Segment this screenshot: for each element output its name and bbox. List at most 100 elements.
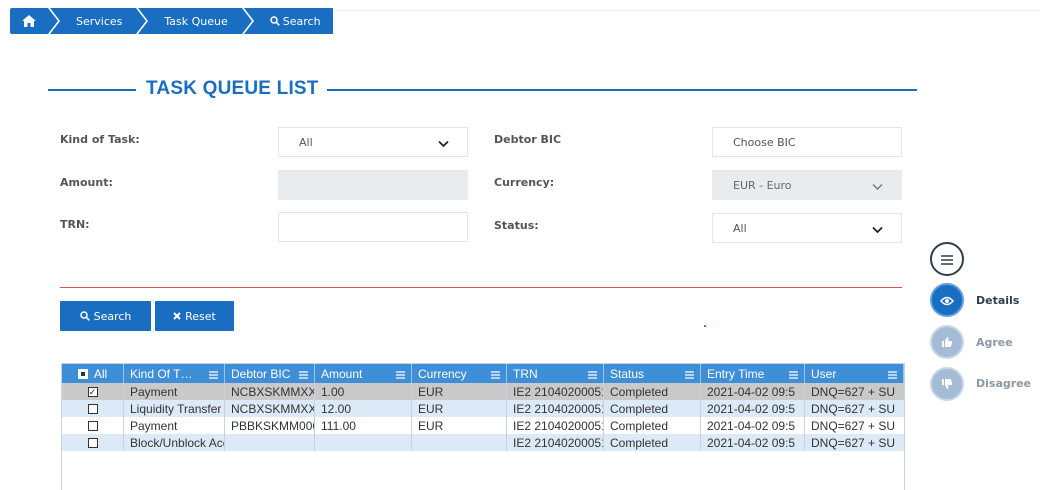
column-header-label: Debtor BIC (231, 366, 291, 381)
breadcrumb-search[interactable]: Search (243, 8, 333, 34)
agree-button[interactable] (930, 325, 964, 359)
column-menu-icon[interactable] (299, 368, 308, 382)
chevron-down-icon (872, 181, 883, 194)
column-header-user[interactable]: User (805, 364, 904, 383)
breadcrumb-services[interactable]: Services (50, 8, 149, 34)
debtor-bic-input[interactable]: Choose BIC (712, 127, 902, 157)
cell-user: DNQ=627 + SU (811, 418, 896, 433)
breadcrumb-label: Search (282, 14, 321, 28)
cell-entry-time: 2021-04-02 09:5 (701, 400, 805, 417)
row-checkbox[interactable] (87, 437, 98, 448)
cell-status: Completed (604, 383, 701, 400)
breadcrumb: Services Task Queue Search (10, 8, 335, 34)
cell-user: DNQ=627 + SU (811, 435, 896, 450)
disagree-label: Disagree (976, 377, 1032, 390)
trn-input[interactable] (278, 212, 468, 242)
column-header-label: Entry Time (707, 366, 765, 381)
column-header-debtor-bic[interactable]: Debtor BIC (225, 364, 315, 383)
row-checkbox[interactable] (87, 420, 98, 431)
column-menu-icon[interactable] (396, 368, 405, 382)
form-divider (60, 287, 902, 288)
column-header-label: Amount (321, 366, 363, 381)
eye-icon (940, 291, 954, 310)
cell-amount (315, 434, 412, 451)
column-header-label: Currency (418, 366, 467, 381)
column-header-label: Kind Of T… (130, 366, 193, 381)
details-button[interactable] (930, 283, 964, 317)
cell-status: Completed (604, 400, 701, 417)
cell-kind: Block/Unblock Account (124, 434, 225, 451)
row-checkbox-cell[interactable] (62, 400, 124, 417)
debtor-bic-placeholder: Choose BIC (733, 135, 796, 149)
cell-user: DNQ=627 + SU (811, 384, 896, 399)
breadcrumb-task-queue[interactable]: Task Queue (138, 8, 255, 34)
select-all-header[interactable]: All (62, 364, 124, 383)
cell-trn: IE2 21040200051 (507, 383, 604, 400)
row-checkbox-cell[interactable]: ✓ (62, 383, 124, 400)
row-checkbox[interactable] (87, 403, 98, 414)
table-row[interactable]: Liquidity Transfer NCBXSKMMXXX 12.00 EUR… (62, 400, 904, 417)
cell-trn: IE2 21040200051 (507, 400, 604, 417)
currency-select: EUR - Euro (712, 170, 902, 200)
cell-currency: EUR (412, 417, 507, 434)
amount-label: Amount: (60, 176, 113, 189)
breadcrumb-label: Task Queue (164, 14, 228, 28)
column-menu-icon[interactable] (491, 368, 500, 382)
marker-dot (704, 325, 706, 327)
column-menu-icon[interactable] (685, 368, 694, 382)
column-header-entry-time[interactable]: Entry Time (701, 364, 805, 383)
list-view-button[interactable] (930, 242, 964, 276)
cell-user: DNQ=627 + SU (811, 401, 896, 416)
reset-button[interactable]: Reset (155, 301, 234, 331)
column-menu-icon[interactable] (888, 368, 897, 382)
cell-debtor-bic: NCBXSKMMXXX (225, 400, 315, 417)
table-row[interactable]: Payment PBBKSKMM006 111.00 EUR IE2 21040… (62, 417, 904, 434)
column-header-trn[interactable]: TRN (507, 364, 604, 383)
cell-amount: 12.00 (315, 400, 412, 417)
chevron-down-icon (438, 138, 449, 151)
agree-label: Agree (976, 336, 1013, 349)
search-button[interactable]: Search (60, 301, 151, 331)
column-menu-icon[interactable] (209, 368, 218, 382)
select-all-label: All (93, 366, 108, 381)
cell-entry-time: 2021-04-02 09:5 (701, 417, 805, 434)
table-row[interactable]: ✓ Payment NCBXSKMMXXX 1.00 EUR IE2 21040… (62, 383, 904, 400)
kind-of-task-value: All (299, 135, 313, 149)
row-checkbox-cell[interactable] (62, 434, 124, 451)
thumbs-down-icon (941, 375, 953, 394)
amount-field (278, 170, 468, 200)
column-header-kind[interactable]: Kind Of T… (124, 364, 225, 383)
column-menu-icon[interactable] (588, 368, 597, 382)
disagree-button[interactable] (930, 367, 964, 401)
column-header-label: TRN (513, 366, 538, 381)
table-row[interactable]: Block/Unblock Account IE2 21040200051 Co… (62, 434, 904, 451)
title-rule-right (327, 89, 917, 91)
close-icon (173, 312, 181, 320)
cell-status: Completed (604, 417, 701, 434)
kind-of-task-select[interactable]: All (278, 127, 468, 157)
cell-amount: 1.00 (315, 383, 412, 400)
top-border (306, 10, 1040, 11)
breadcrumb-home[interactable] (10, 8, 60, 34)
column-menu-icon[interactable] (789, 368, 798, 382)
cell-currency (412, 434, 507, 451)
debtor-bic-label: Debtor BIC (494, 133, 562, 146)
column-header-status[interactable]: Status (604, 364, 701, 383)
search-icon (270, 16, 280, 26)
list-icon (941, 250, 953, 269)
cell-currency: EUR (412, 400, 507, 417)
select-all-checkbox[interactable] (77, 368, 88, 379)
status-label: Status: (494, 219, 539, 232)
cell-currency: EUR (412, 383, 507, 400)
cell-trn: IE2 21040200051 (507, 417, 604, 434)
cell-debtor-bic (225, 434, 315, 451)
cell-amount: 111.00 (315, 417, 412, 434)
row-checkbox-cell[interactable] (62, 417, 124, 434)
cell-status: Completed (604, 434, 701, 451)
status-select[interactable]: All (712, 213, 902, 243)
column-header-amount[interactable]: Amount (315, 364, 412, 383)
task-queue-grid: All Kind Of T… Debtor BIC Amount Currenc… (61, 363, 905, 490)
column-header-label: User (811, 366, 837, 381)
column-header-currency[interactable]: Currency (412, 364, 507, 383)
row-checkbox-checked[interactable]: ✓ (87, 386, 98, 397)
